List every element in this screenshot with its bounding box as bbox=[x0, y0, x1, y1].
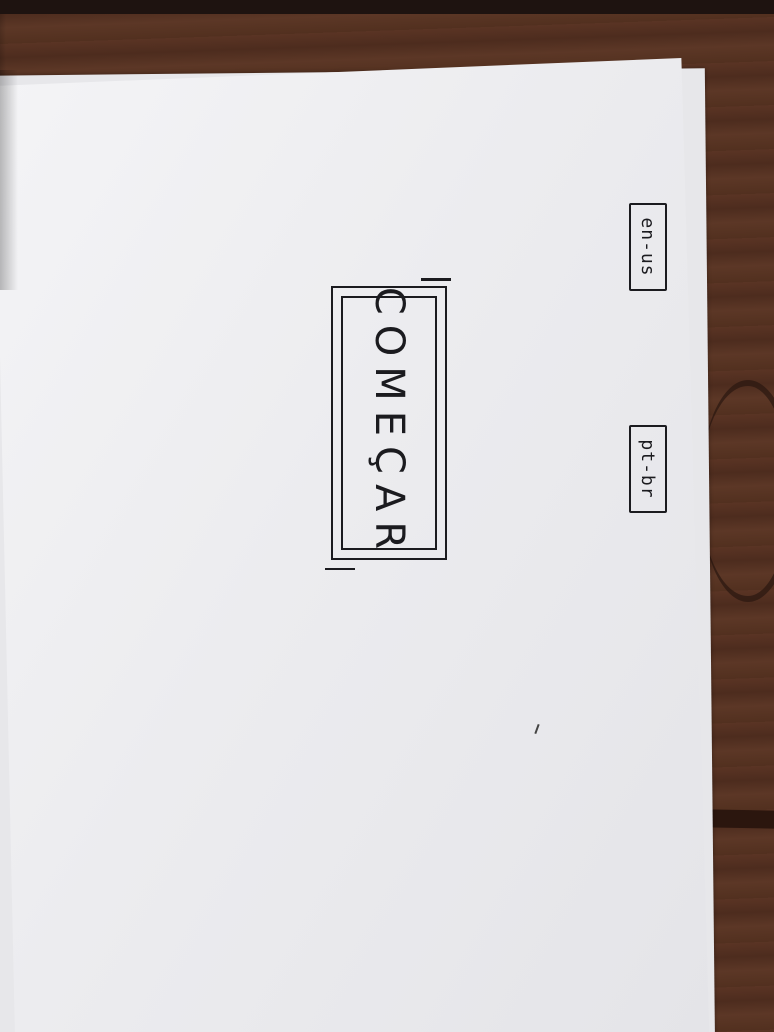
paper-shadow bbox=[0, 70, 18, 290]
table-edge bbox=[0, 0, 774, 14]
start-button[interactable]: COMEÇAR bbox=[325, 278, 451, 570]
start-button-label: COMEÇAR bbox=[366, 286, 412, 560]
sketch-stroke bbox=[325, 567, 355, 570]
language-button-en-us[interactable]: en-us bbox=[629, 203, 667, 291]
language-button-pt-br[interactable]: pt-br bbox=[629, 425, 667, 513]
sketch-stroke bbox=[421, 278, 451, 281]
